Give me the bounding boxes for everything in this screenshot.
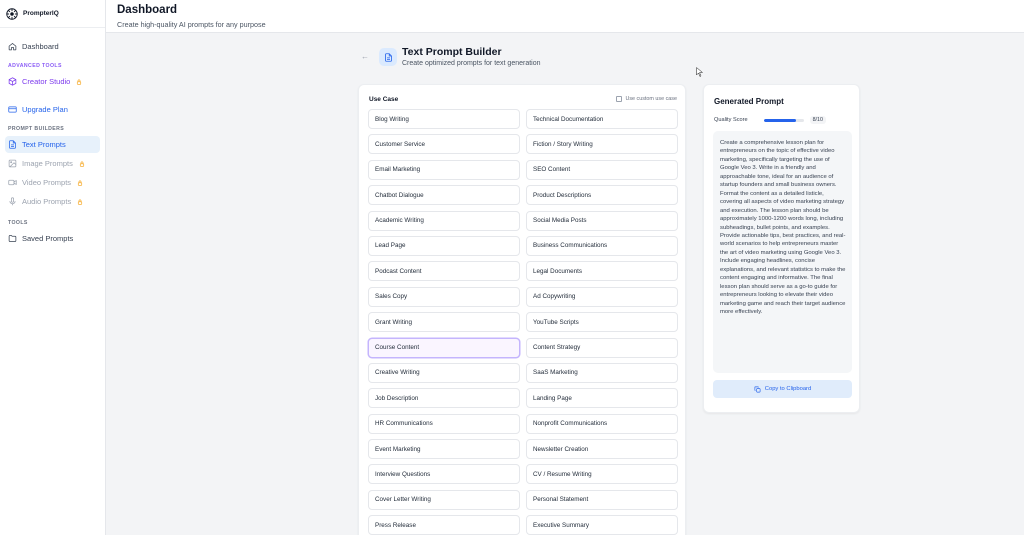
sidebar-item-text-prompts[interactable]: Text Prompts [5, 136, 100, 153]
use-case-option[interactable]: Executive Summary [526, 515, 678, 535]
sidebar-item-label: Audio Prompts [22, 197, 72, 206]
quality-score-bar [763, 118, 804, 122]
use-case-option[interactable]: Legal Documents [526, 261, 678, 282]
use-case-option[interactable]: Customer Service [368, 134, 520, 155]
sidebar-item-label: Saved Prompts [22, 234, 74, 243]
use-case-option[interactable]: Sales Copy [368, 286, 520, 307]
section-label-tools: TOOLS [8, 220, 28, 226]
use-case-option[interactable]: Interview Questions [368, 464, 520, 485]
use-case-option[interactable]: Nonprofit Communications [526, 413, 678, 434]
lock-icon [77, 78, 82, 85]
quality-score-fill [763, 118, 796, 122]
use-case-option[interactable]: SEO Content [526, 159, 678, 180]
use-case-option[interactable]: Ad Copywriting [526, 286, 678, 307]
use-case-option[interactable]: Social Media Posts [526, 210, 678, 231]
use-case-option[interactable]: Personal Statement [526, 489, 678, 510]
use-case-option[interactable]: Technical Documentation [526, 109, 678, 129]
sidebar-item-dashboard[interactable]: Dashboard [5, 38, 100, 55]
sidebar-item-video-prompts[interactable]: Video Prompts [5, 174, 100, 191]
section-label-advanced: ADVANCED TOOLS [8, 63, 62, 69]
generated-prompt-title: Generated Prompt [714, 97, 784, 106]
copy-label: Copy to Clipboard [764, 386, 812, 392]
use-case-option[interactable]: CV / Resume Writing [526, 464, 678, 485]
use-case-option[interactable]: Academic Writing [368, 210, 520, 231]
generated-prompt-card: Generated Prompt Quality Score 8/10 Crea… [703, 84, 860, 413]
use-case-option[interactable]: Landing Page [526, 388, 678, 409]
section-label-prompt-builders: PROMPT BUILDERS [8, 126, 65, 132]
use-case-option[interactable]: Product Descriptions [526, 185, 678, 206]
use-case-option[interactable]: HR Communications [368, 413, 520, 434]
image-icon [8, 159, 17, 168]
home-icon [8, 43, 17, 51]
lock-icon [79, 160, 84, 167]
quality-score-value: 8/10 [809, 116, 826, 124]
use-case-option[interactable]: Grant Writing [368, 312, 520, 333]
page-title: Dashboard [117, 4, 178, 16]
lock-icon [78, 179, 83, 186]
page-subtitle: Create high-quality AI prompts for any p… [117, 20, 266, 29]
sidebar-item-saved-prompts[interactable]: Saved Prompts [5, 230, 100, 247]
use-case-option[interactable]: Chatbot Dialogue [368, 185, 520, 206]
microphone-icon [9, 197, 16, 206]
use-case-option[interactable]: Blog Writing [368, 109, 520, 129]
page-header: Dashboard Create high-quality AI prompts… [106, 0, 1024, 33]
use-custom-checkbox[interactable] [616, 96, 623, 102]
sidebar-item-image-prompts[interactable]: Image Prompts [5, 155, 100, 172]
builder-icon [379, 48, 397, 66]
use-case-option[interactable]: Podcast Content [368, 261, 520, 282]
mouse-cursor-icon [696, 67, 703, 77]
brand[interactable]: PrompterIQ [0, 0, 105, 28]
use-case-option[interactable]: Event Marketing [368, 439, 520, 460]
brand-logo-icon [6, 7, 18, 20]
video-icon [8, 179, 17, 186]
builder-subtitle: Create optimized prompts for text genera… [402, 60, 541, 67]
sidebar-item-audio-prompts[interactable]: Audio Prompts [5, 193, 100, 210]
use-case-option[interactable]: Lead Page [368, 235, 520, 256]
sidebar-item-label: Creator Studio [22, 77, 71, 86]
use-case-option[interactable]: Content Strategy [526, 337, 678, 358]
use-case-label: Use Case [369, 96, 399, 103]
sidebar-item-label: Upgrade Plan [22, 105, 68, 114]
use-case-option[interactable]: Email Marketing [368, 159, 520, 180]
use-case-card: Use Case Use custom use case Blog Writin… [358, 84, 686, 535]
quality-score-label: Quality Score [714, 117, 748, 123]
use-case-option[interactable]: Business Communications [526, 235, 678, 256]
cube-icon [8, 77, 17, 86]
use-case-option[interactable]: Course Content [368, 337, 520, 358]
use-case-option[interactable]: Newsletter Creation [526, 439, 678, 460]
sidebar: PrompterIQ Dashboard ADVANCED TOOLS Crea… [0, 0, 106, 535]
sidebar-item-creator-studio[interactable]: Creator Studio [5, 73, 100, 90]
use-case-option[interactable]: SaaS Marketing [526, 362, 678, 383]
folder-icon [8, 235, 17, 242]
sidebar-item-label: Video Prompts [22, 178, 72, 187]
copy-to-clipboard-button[interactable]: Copy to Clipboard [713, 380, 852, 398]
document-icon [384, 52, 392, 62]
use-case-option[interactable]: Fiction / Story Writing [526, 134, 678, 155]
back-button[interactable]: ← [361, 52, 369, 61]
sidebar-item-upgrade-plan[interactable]: Upgrade Plan [5, 101, 100, 118]
use-case-grid: Blog Writing Technical Documentation Custo… [368, 109, 678, 535]
lock-icon [78, 198, 83, 205]
builder-title: Text Prompt Builder [402, 46, 502, 58]
sidebar-item-label: Text Prompts [22, 140, 66, 149]
document-icon [9, 140, 16, 149]
brand-name: PrompterIQ [23, 10, 59, 17]
sidebar-item-label: Image Prompts [22, 159, 73, 168]
use-case-option[interactable]: YouTube Scripts [526, 312, 678, 333]
use-case-option[interactable]: Press Release [368, 515, 520, 535]
use-case-option[interactable]: Cover Letter Writing [368, 489, 520, 510]
quality-score-row: Quality Score 8/10 [714, 116, 851, 124]
sidebar-item-label: Dashboard [22, 42, 59, 51]
credit-card-icon [8, 106, 17, 113]
use-case-option[interactable]: Creative Writing [368, 362, 520, 383]
generated-prompt-text: Create a comprehensive lesson plan for e… [713, 131, 852, 373]
use-case-option[interactable]: Job Description [368, 388, 520, 409]
copy-icon [754, 386, 761, 392]
use-custom-label: Use custom use case [625, 96, 677, 102]
use-custom-toggle[interactable]: Use custom use case [616, 96, 677, 102]
